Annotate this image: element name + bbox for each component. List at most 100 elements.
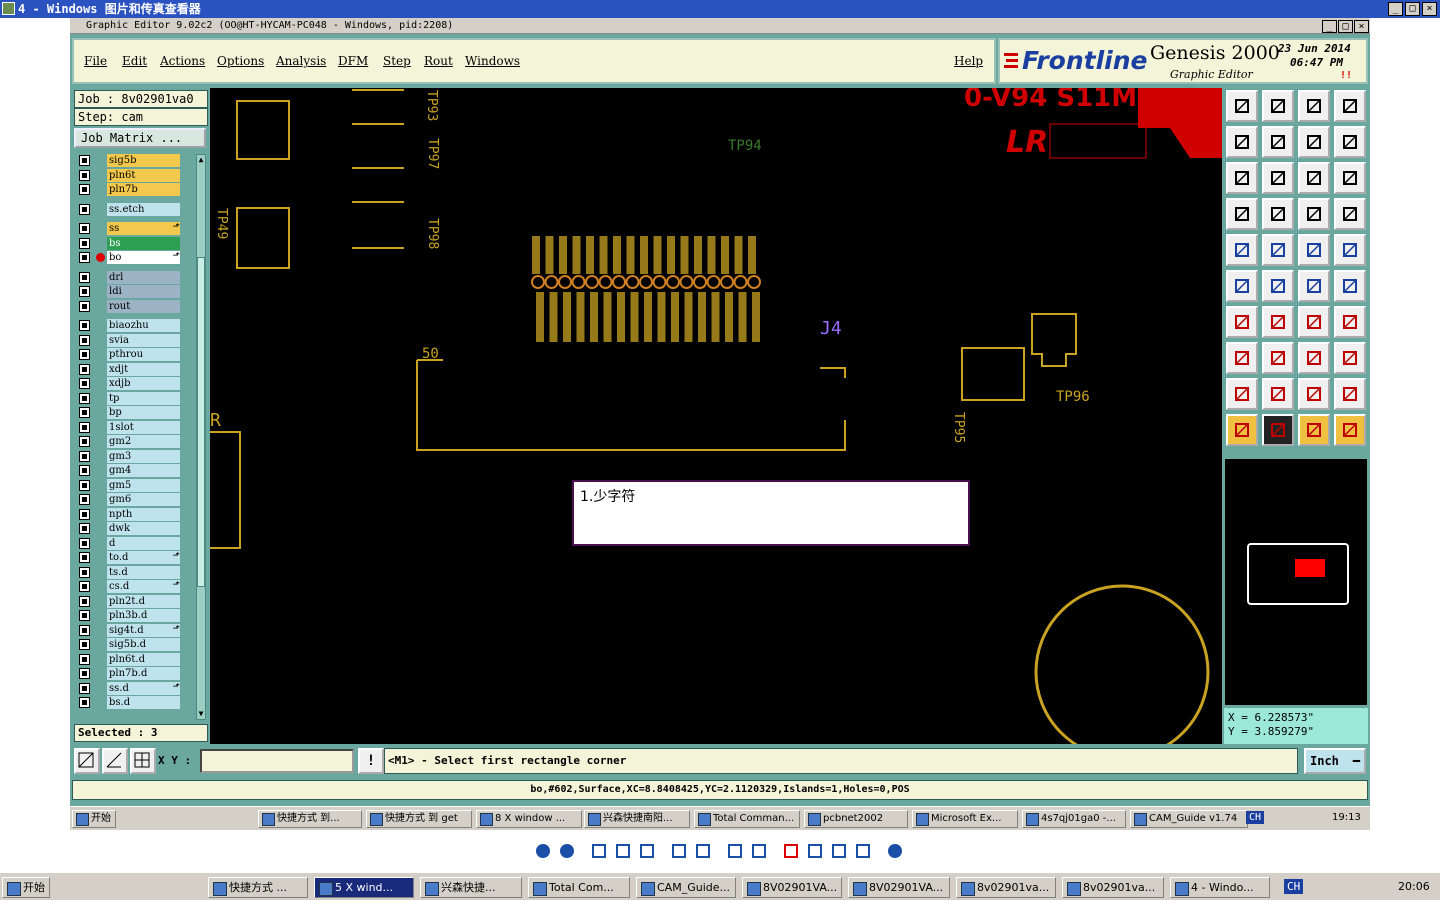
layer-name[interactable]: bo <box>107 251 180 264</box>
layer-row-1slot[interactable]: 1slot <box>74 420 184 434</box>
snap-button[interactable] <box>130 748 156 774</box>
layer-row-to-d[interactable]: to.d ⬏ <box>74 551 184 564</box>
layer-row-sig5b-d[interactable]: sig5b.d <box>74 638 184 651</box>
alert-icon[interactable]: ! <box>358 748 384 774</box>
mirror-tool-button[interactable] <box>1334 306 1366 338</box>
zoom-box-button[interactable] <box>74 748 100 774</box>
zoom-1to1-tool-button[interactable] <box>1298 162 1330 194</box>
layer-checkbox[interactable] <box>79 378 90 389</box>
layer-row-ss-d[interactable]: ss.d ⬏ <box>74 681 184 695</box>
app-minimize-button[interactable]: _ <box>1322 20 1337 33</box>
select-tool-button[interactable] <box>1262 414 1294 446</box>
layer-name[interactable]: d <box>107 536 180 550</box>
prev-image-icon[interactable] <box>535 843 551 859</box>
layer-name[interactable]: svia <box>107 333 180 347</box>
layer-row-bo[interactable]: bo ⬏ <box>74 251 184 264</box>
layer-name[interactable]: ss.etch <box>107 202 180 216</box>
inner-task-5[interactable]: Total Comman... <box>694 810 800 828</box>
fit-all-tool-button[interactable] <box>1226 162 1258 194</box>
layer-checkbox[interactable] <box>79 436 90 447</box>
actual-size-icon[interactable] <box>615 843 631 859</box>
layer-checkbox[interactable] <box>79 610 90 621</box>
layer-name[interactable]: sig4t.d <box>107 623 180 637</box>
layer-row-d[interactable]: d <box>74 536 184 550</box>
pointer-tool-button[interactable] <box>1226 414 1258 446</box>
layer-row-gm6[interactable]: gm6 <box>74 493 184 506</box>
app-close-button[interactable]: × <box>1354 20 1369 33</box>
layer-row-ss[interactable]: ss ⬏ <box>74 222 184 235</box>
layer-checkbox[interactable] <box>79 320 90 331</box>
layer-checkbox[interactable] <box>79 252 90 263</box>
layer-checkbox[interactable] <box>79 465 90 476</box>
taskbar-item-2[interactable]: 5 X wind... <box>314 877 414 898</box>
circle-tool-button[interactable] <box>1334 234 1366 266</box>
save-icon[interactable] <box>831 843 847 859</box>
layer-checkbox[interactable] <box>79 537 90 549</box>
layer-row-xdjt[interactable]: xdjt <box>74 362 184 376</box>
layer-name[interactable]: sig5b.d <box>107 638 180 651</box>
menu-analysis[interactable]: Analysis <box>276 54 326 68</box>
layer-row-bs-d[interactable]: bs.d <box>74 696 184 709</box>
layer-checkbox[interactable] <box>79 682 90 694</box>
move-up-tool-button[interactable] <box>1226 90 1258 122</box>
layer-name[interactable]: dwk <box>107 522 180 535</box>
layer-name[interactable]: bp <box>107 406 180 419</box>
layer-name[interactable]: bs <box>107 236 180 250</box>
zoom-out-icon[interactable] <box>695 843 711 859</box>
inner-task-1[interactable]: 快捷方式 到... <box>258 810 362 828</box>
graphic-canvas[interactable]: 50 TP94 TP96 J4 R TP93 TP97 TP98 TP49 TP… <box>210 88 1222 744</box>
layer-name[interactable]: sig5b <box>107 154 180 167</box>
rotate-tool-button[interactable] <box>1298 306 1330 338</box>
home-tool-button[interactable] <box>1298 90 1330 122</box>
layer-name[interactable]: gm5 <box>107 478 180 492</box>
help-icon[interactable] <box>887 843 903 859</box>
layer-row-gm5[interactable]: gm5 <box>74 478 184 492</box>
inner-task-8[interactable]: 4s7qj01ga0 -... <box>1022 810 1126 828</box>
layer-row-pln7b[interactable]: pln7b <box>74 183 184 196</box>
layer-checkbox[interactable] <box>79 508 90 520</box>
layer-name[interactable]: 1slot <box>107 420 180 434</box>
rotate-clockwise-icon[interactable] <box>727 843 743 859</box>
taskbar-item-8[interactable]: 8v02901va... <box>956 877 1056 898</box>
graph-tool-button[interactable] <box>1226 198 1258 230</box>
layer-name[interactable]: gm3 <box>107 449 180 463</box>
fit-profile-tool-button[interactable] <box>1262 162 1294 194</box>
line-tool-button[interactable] <box>1262 234 1294 266</box>
layer-name[interactable]: biaozhu <box>107 319 180 332</box>
menu-edit[interactable]: Edit <box>122 54 147 68</box>
layer-checkbox[interactable] <box>79 169 90 181</box>
xy-input[interactable] <box>200 749 354 773</box>
layer-checkbox[interactable] <box>79 523 90 534</box>
layer-checkbox[interactable] <box>79 653 90 665</box>
snap-point-tool-button[interactable] <box>1226 342 1258 374</box>
menu-windows[interactable]: Windows <box>465 54 520 68</box>
taskbar-item-4[interactable]: Total Com... <box>528 877 630 898</box>
select-pad-tool-button[interactable] <box>1226 234 1258 266</box>
layer-row-sig5b[interactable]: sig5b <box>74 154 184 167</box>
start-button[interactable]: 开始 <box>2 877 50 898</box>
layer-row-gm4[interactable]: gm4 <box>74 464 184 477</box>
layer-checkbox[interactable] <box>79 286 90 297</box>
layer-checkbox[interactable] <box>79 595 90 607</box>
layer-checkbox[interactable] <box>79 479 90 491</box>
layer-checkbox[interactable] <box>79 271 90 283</box>
layer-row-xdjb[interactable]: xdjb <box>74 377 184 390</box>
layer-name[interactable]: gm4 <box>107 464 180 477</box>
ruler-tool-button[interactable] <box>1298 234 1330 266</box>
layer-row-rout[interactable]: rout <box>74 299 184 313</box>
layer-row-drl[interactable]: drl <box>74 270 184 284</box>
arrow-up-tool-button[interactable] <box>1262 378 1294 410</box>
layer-row-bp[interactable]: bp <box>74 406 184 419</box>
layer-name[interactable]: cs.d <box>107 580 180 593</box>
layer-name[interactable]: ss.d <box>107 681 180 695</box>
taskbar-item-3[interactable]: 兴森快捷... <box>420 877 522 898</box>
edit-icon[interactable] <box>855 843 871 859</box>
print-icon[interactable] <box>807 843 823 859</box>
outer-close-button[interactable]: × <box>1422 2 1437 16</box>
layer-row-pthrou[interactable]: pthrou <box>74 348 184 361</box>
layer-name[interactable]: pln6t.d <box>107 652 180 666</box>
slash-tool-button[interactable] <box>1262 306 1294 338</box>
layer-name[interactable]: gm6 <box>107 493 180 506</box>
minus-tool-button[interactable] <box>1262 342 1294 374</box>
layer-row-npth[interactable]: npth <box>74 507 184 521</box>
